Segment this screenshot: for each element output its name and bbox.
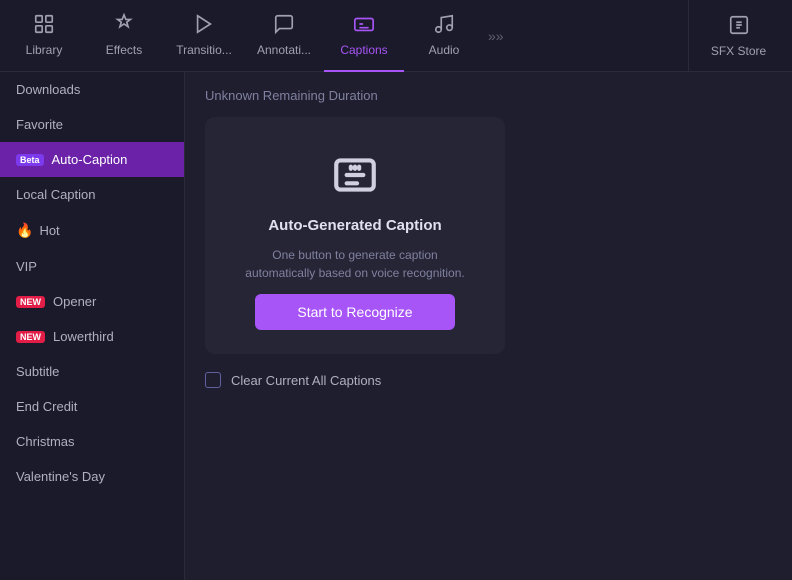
library-icon <box>33 13 55 39</box>
sidebar-item-local-caption[interactable]: Local Caption <box>0 177 184 212</box>
sidebar-item-favorite[interactable]: Favorite <box>0 107 184 142</box>
nav-library-label: Library <box>26 43 63 57</box>
content-area: Unknown Remaining Duration Auto-Generate… <box>185 72 792 580</box>
new-badge-opener: NEW <box>16 296 45 308</box>
nav-effects-label: Effects <box>106 43 142 57</box>
sidebar-item-subtitle[interactable]: Subtitle <box>0 354 184 389</box>
sidebar-item-lowerthird[interactable]: NEW Lowerthird <box>0 319 184 354</box>
audio-icon <box>433 13 455 39</box>
nav-sfx-label: SFX Store <box>711 44 766 58</box>
sidebar: Downloads Favorite Beta Auto-Caption Loc… <box>0 72 185 580</box>
fire-icon: 🔥 <box>16 222 33 239</box>
sidebar-item-christmas[interactable]: Christmas <box>0 424 184 459</box>
nav-more-chevron[interactable]: »» <box>484 28 508 44</box>
nav-library[interactable]: Library <box>4 0 84 72</box>
sidebar-auto-caption-label: Auto-Caption <box>52 152 128 167</box>
start-recognize-button[interactable]: Start to Recognize <box>255 294 455 330</box>
nav-effects[interactable]: Effects <box>84 0 164 72</box>
sidebar-item-valentines[interactable]: Valentine's Day <box>0 459 184 494</box>
sidebar-item-hot[interactable]: 🔥 Hot <box>0 212 184 249</box>
nav-sfx-store[interactable]: SFX Store <box>688 0 788 72</box>
sidebar-favorite-label: Favorite <box>16 117 63 132</box>
effects-icon <box>113 13 135 39</box>
sidebar-vip-label: VIP <box>16 259 37 274</box>
sidebar-item-downloads[interactable]: Downloads <box>0 72 184 107</box>
sidebar-opener-label: Opener <box>53 294 96 309</box>
nav-audio[interactable]: Audio <box>404 0 484 72</box>
clear-captions-row[interactable]: Clear Current All Captions <box>205 372 772 388</box>
sidebar-item-opener[interactable]: NEW Opener <box>0 284 184 319</box>
sidebar-local-caption-label: Local Caption <box>16 187 96 202</box>
beta-badge: Beta <box>16 154 44 166</box>
status-text: Unknown Remaining Duration <box>205 88 772 103</box>
nav-transitions[interactable]: Transitio... <box>164 0 244 72</box>
sidebar-item-auto-caption[interactable]: Beta Auto-Caption <box>0 142 184 177</box>
caption-card-title: Auto-Generated Caption <box>268 217 441 234</box>
caption-card: Auto-Generated Caption One button to gen… <box>205 117 505 354</box>
top-nav: Library Effects Transitio... Annotati... <box>0 0 792 72</box>
nav-captions[interactable]: Captions <box>324 0 404 72</box>
sidebar-item-vip[interactable]: VIP <box>0 249 184 284</box>
sidebar-end-credit-label: End Credit <box>16 399 77 414</box>
main-layout: Downloads Favorite Beta Auto-Caption Loc… <box>0 72 792 580</box>
caption-card-icon <box>325 145 385 205</box>
sidebar-hot-label: Hot <box>39 223 59 238</box>
nav-annotations-label: Annotati... <box>257 43 311 57</box>
caption-card-description: One button to generate caption automatic… <box>240 246 470 282</box>
nav-audio-label: Audio <box>429 43 460 57</box>
nav-annotations[interactable]: Annotati... <box>244 0 324 72</box>
clear-captions-label: Clear Current All Captions <box>231 373 381 388</box>
nav-transitions-label: Transitio... <box>176 43 232 57</box>
captions-icon <box>353 13 375 39</box>
sidebar-downloads-label: Downloads <box>16 82 80 97</box>
sidebar-lowerthird-label: Lowerthird <box>53 329 114 344</box>
sfx-icon <box>728 14 750 40</box>
new-badge-lowerthird: NEW <box>16 331 45 343</box>
sidebar-christmas-label: Christmas <box>16 434 75 449</box>
transitions-icon <box>193 13 215 39</box>
nav-captions-label: Captions <box>340 43 387 57</box>
sidebar-subtitle-label: Subtitle <box>16 364 59 379</box>
clear-captions-checkbox[interactable] <box>205 372 221 388</box>
annotations-icon <box>273 13 295 39</box>
sidebar-item-end-credit[interactable]: End Credit <box>0 389 184 424</box>
sidebar-valentines-label: Valentine's Day <box>16 469 105 484</box>
